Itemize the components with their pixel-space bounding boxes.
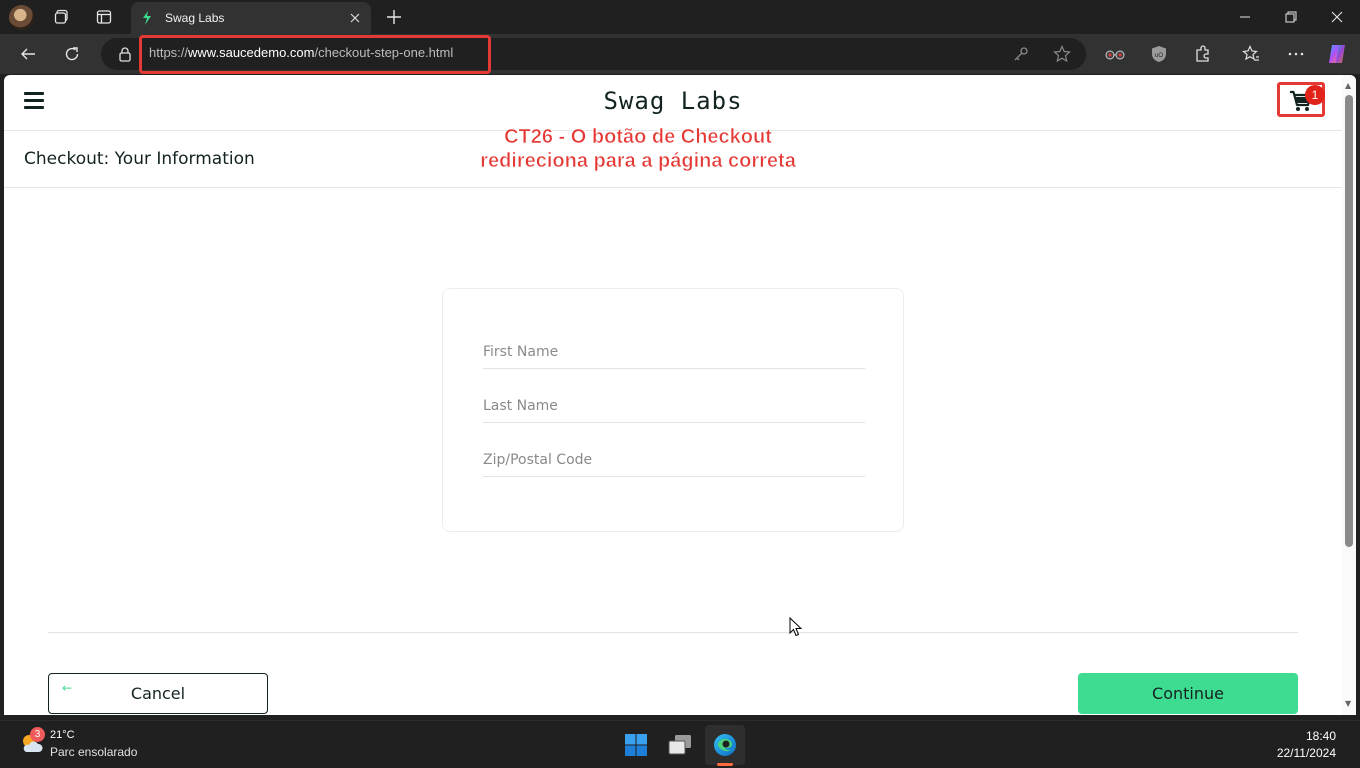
clock-date[interactable]: 22/11/2024 — [1277, 746, 1336, 760]
back-arrow-icon[interactable] — [14, 40, 42, 68]
scrollbar-thumb[interactable] — [1345, 95, 1353, 547]
zip-code-input[interactable] — [483, 437, 865, 476]
edge-browser-taskbar-icon[interactable] — [705, 725, 745, 765]
continue-button[interactable]: Continue — [1078, 673, 1298, 714]
active-app-indicator — [717, 763, 733, 766]
cancel-button-label: Cancel — [130, 684, 186, 703]
lock-icon[interactable] — [117, 46, 133, 62]
mouse-cursor-icon — [789, 617, 803, 637]
task-view-icon[interactable] — [660, 725, 700, 765]
ublock-shield-icon[interactable]: uO — [1146, 41, 1172, 67]
restore-icon[interactable] — [1276, 4, 1306, 30]
new-tab-icon[interactable] — [382, 5, 406, 29]
close-tab-icon[interactable] — [343, 6, 367, 30]
vertical-scrollbar[interactable]: ▲ ▼ — [1342, 75, 1356, 715]
tab-title: Swag Labs — [165, 11, 225, 25]
weather-notification-badge: 3 — [30, 727, 45, 742]
extensions-puzzle-icon[interactable] — [1190, 41, 1216, 67]
weather-description[interactable]: Parc ensolarado — [50, 745, 137, 759]
windows-start-icon[interactable] — [616, 725, 656, 765]
more-options-icon[interactable] — [1283, 41, 1309, 67]
last-name-input[interactable] — [483, 383, 865, 422]
shopping-cart-link[interactable]: 1 — [1277, 82, 1325, 117]
favorite-star-icon[interactable] — [1052, 44, 1072, 64]
app-logo: Swag Labs — [603, 87, 743, 115]
copilot-icon[interactable] — [1324, 41, 1350, 67]
browser-tab-bar: Swag Labs — [0, 0, 1360, 34]
windows-taskbar: 3 21°C Parc ensolarado 18:40 22/11/2024 — [0, 720, 1360, 768]
weather-temperature[interactable]: 21°C — [50, 729, 75, 741]
minimize-icon[interactable] — [1230, 4, 1260, 30]
swag-labs-favicon-icon — [143, 11, 151, 25]
scroll-down-arrow-icon[interactable]: ▼ — [1345, 699, 1353, 708]
refresh-icon[interactable] — [58, 40, 86, 68]
profile-avatar[interactable] — [9, 5, 34, 30]
password-key-icon[interactable] — [1011, 44, 1031, 64]
first-name-field-wrapper — [483, 329, 865, 369]
url-highlight-box — [139, 35, 491, 74]
svg-text:uO: uO — [1155, 53, 1163, 59]
cancel-button[interactable]: ← Cancel — [48, 673, 268, 714]
app-header: Swag Labs 1 — [4, 75, 1342, 131]
continue-button-label: Continue — [1152, 684, 1224, 703]
cart-count-badge: 1 — [1305, 85, 1325, 105]
extension-glasses-icon[interactable] — [1102, 41, 1128, 67]
workspaces-icon[interactable] — [49, 5, 75, 29]
page-viewport: Swag Labs 1 CT26 - O botão de Checkout r… — [4, 75, 1356, 715]
page-title: Checkout: Your Information — [24, 149, 255, 169]
checkout-subheader: Checkout: Your Information — [4, 131, 1342, 188]
footer-divider — [48, 632, 1298, 633]
last-name-field-wrapper — [483, 383, 865, 423]
checkout-info-form — [442, 288, 904, 532]
browser-toolbar: https://www.saucedemo.com/checkout-step-… — [0, 34, 1360, 74]
close-window-icon[interactable] — [1322, 4, 1352, 30]
scroll-up-arrow-icon[interactable]: ▲ — [1345, 81, 1353, 90]
first-name-input[interactable] — [483, 329, 865, 368]
vertical-tabs-icon[interactable] — [91, 5, 117, 29]
favorites-icon[interactable] — [1238, 41, 1264, 67]
active-tab[interactable]: Swag Labs — [131, 2, 371, 34]
zip-code-field-wrapper — [483, 437, 865, 477]
back-arrow-icon: ← — [62, 681, 73, 695]
clock-time[interactable]: 18:40 — [1306, 729, 1336, 743]
